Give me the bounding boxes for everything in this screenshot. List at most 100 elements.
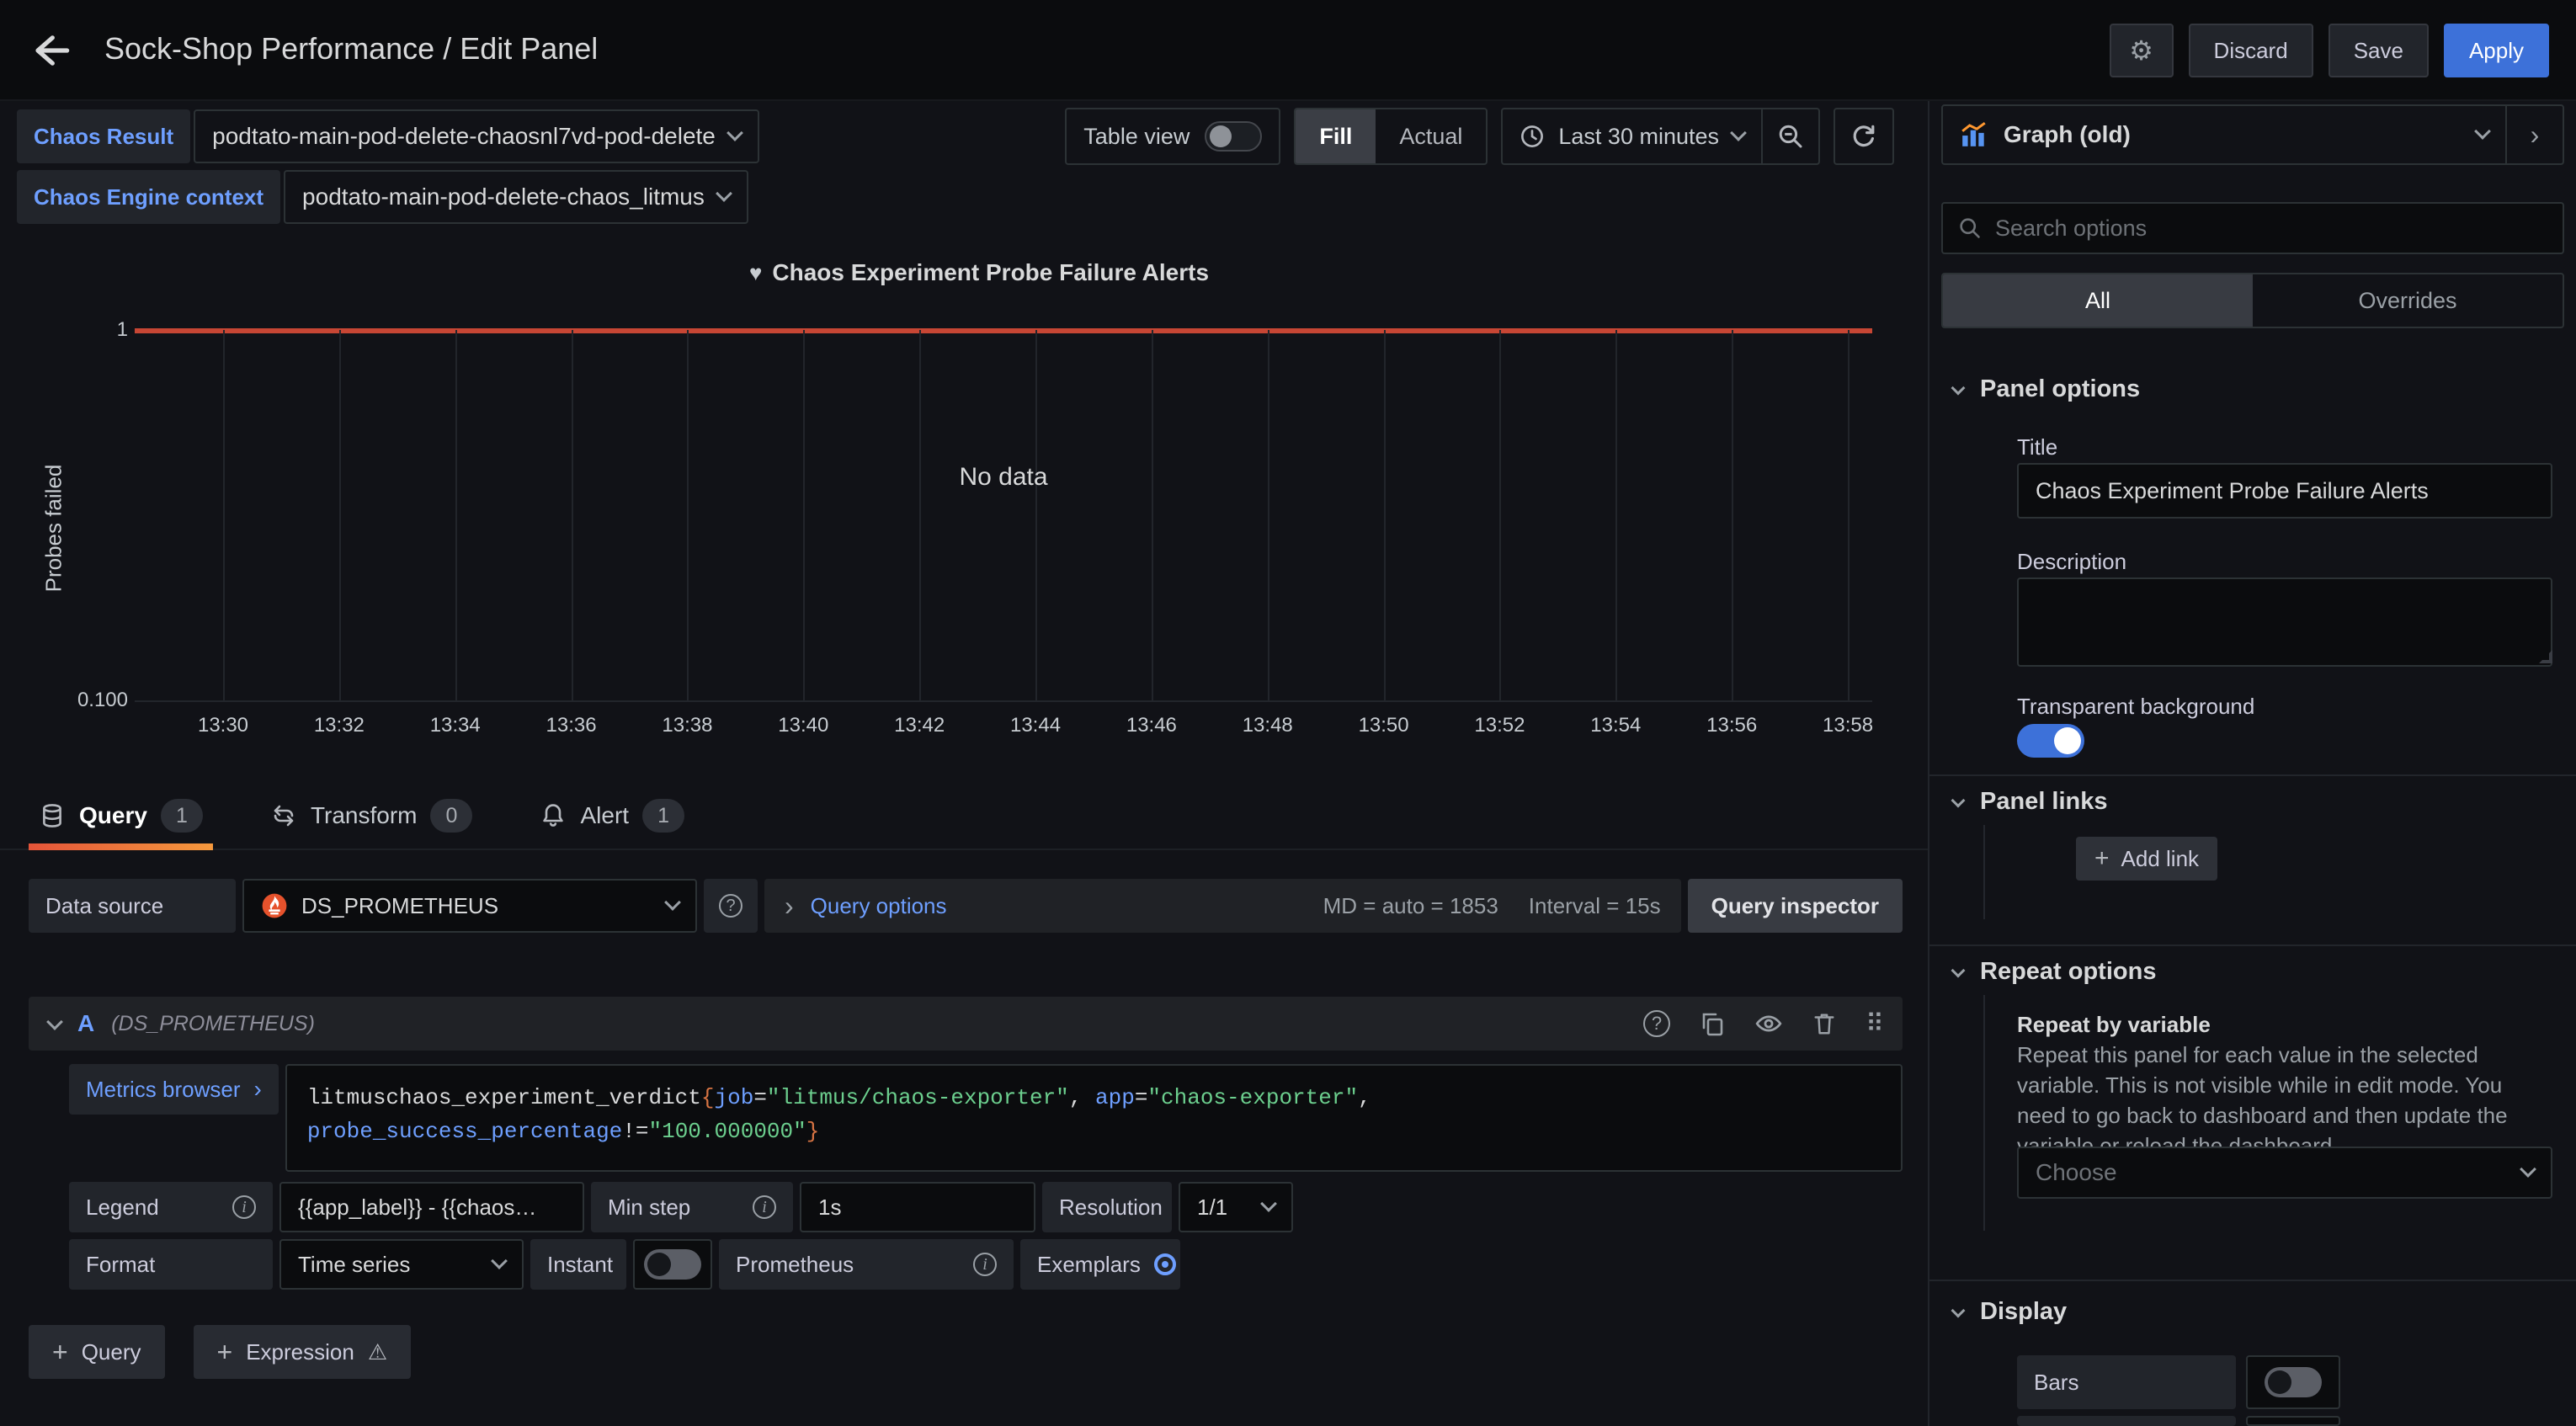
panel-options-header[interactable]: Panel options (1953, 375, 2140, 403)
datasource-picker[interactable]: DS_PROMETHEUS (242, 879, 697, 933)
panel-title-input[interactable] (2017, 463, 2552, 519)
save-button[interactable]: Save (2329, 24, 2429, 77)
resolution-dropdown[interactable]: 1/1 (1179, 1182, 1293, 1232)
tab-query[interactable]: Query 1 (29, 783, 213, 849)
max-data-points-stat: MD = auto = 1853 (1323, 893, 1498, 919)
table-view-switch[interactable] (1205, 121, 1262, 152)
time-range-label: Last 30 minutes (1558, 124, 1719, 150)
chevron-down-icon (1951, 380, 1966, 395)
time-range-picker[interactable]: Last 30 minutes (1501, 108, 1820, 165)
panel-links-header[interactable]: Panel links (1953, 788, 2108, 816)
search-options-box[interactable] (1941, 202, 2564, 254)
query-inspector-button[interactable]: Query inspector (1688, 879, 1903, 933)
query-options-link[interactable]: Query options (811, 893, 947, 919)
help-icon[interactable]: ? (1643, 1010, 1670, 1037)
clock-icon (1520, 124, 1545, 149)
metrics-browser-button[interactable]: Metrics browser › (69, 1064, 279, 1115)
plus-icon: + (217, 1337, 233, 1368)
panel-title-text: Chaos Experiment Probe Failure Alerts (772, 259, 1209, 285)
tab-all[interactable]: All (1943, 274, 2253, 327)
interval-stat: Interval = 15s (1529, 893, 1661, 919)
transparent-background-switch[interactable] (2017, 724, 2084, 758)
warning-triangle-icon: ⚠ (368, 1339, 387, 1365)
promql-editor[interactable]: litmuschaos_experiment_verdict{job="litm… (285, 1064, 1903, 1172)
format-dropdown[interactable]: Time series (279, 1239, 524, 1290)
toggle-viz-picker-button[interactable]: › (2505, 106, 2563, 163)
chevron-down-icon (2474, 123, 2491, 140)
search-options-input[interactable] (1995, 215, 2547, 242)
table-view-toggle[interactable]: Table view (1065, 108, 1280, 165)
datasource-help-button[interactable]: ? (704, 879, 758, 933)
gridline (339, 330, 341, 700)
tab-label: Alert (580, 802, 629, 829)
transparent-background-label: Transparent background (2017, 694, 2254, 720)
chevron-down-icon (1951, 1303, 1966, 1317)
gridline (1384, 330, 1386, 700)
add-expression-button[interactable]: + Expression ⚠ (194, 1325, 412, 1379)
prometheus-type-label: Prometheusi (719, 1239, 1014, 1290)
refresh-icon[interactable] (1834, 108, 1894, 165)
eye-icon[interactable] (1754, 1009, 1783, 1038)
drag-handle-icon[interactable]: ⠿ (1865, 1009, 1882, 1039)
top-bar: Sock-Shop Performance / Edit Panel ⚙ Dis… (0, 0, 2576, 101)
legend-input[interactable]: {{app_label}} - {{chaos… (279, 1182, 584, 1232)
variable-label: Chaos Result (17, 109, 190, 163)
repeat-options-header[interactable]: Repeat options (1953, 958, 2156, 986)
gridline (455, 330, 457, 700)
panel-settings-gear-icon[interactable]: ⚙ (2110, 24, 2174, 77)
repeat-description: Repeat this panel for each value in the … (2017, 1040, 2556, 1162)
panel-description-textarea[interactable] (2017, 577, 2552, 667)
bars-toggle[interactable] (2246, 1355, 2340, 1409)
zoom-out-icon[interactable] (1761, 109, 1818, 163)
min-step-input[interactable]: 1s (800, 1182, 1035, 1232)
alert-heart-icon: ♥ (749, 260, 762, 285)
duplicate-icon[interactable] (1699, 1010, 1726, 1037)
discard-button[interactable]: Discard (2189, 24, 2313, 77)
variable-chaos-engine-context: Chaos Engine context podtato-main-pod-de… (17, 170, 748, 224)
query-row-datasource: (DS_PROMETHEUS) (111, 1012, 315, 1036)
bars-switch[interactable] (2265, 1367, 2322, 1397)
fill-option[interactable]: Fill (1296, 109, 1376, 163)
info-icon: i (232, 1195, 256, 1219)
back-arrow-icon[interactable] (27, 29, 71, 72)
variable-value-text: podtato-main-pod-delete-chaos_litmus (302, 184, 705, 210)
chevron-down-icon (2520, 1161, 2536, 1178)
tab-overrides[interactable]: Overrides (2253, 274, 2563, 327)
repeat-variable-select[interactable]: Choose (2017, 1147, 2552, 1199)
x-tick-label: 13:32 (314, 714, 365, 737)
section-indent-line (1983, 995, 1985, 1231)
instant-switch[interactable] (644, 1249, 701, 1280)
variable-value-dropdown[interactable]: podtato-main-pod-delete-chaosnl7vd-pod-d… (194, 109, 759, 163)
trash-icon[interactable] (1812, 1010, 1837, 1037)
add-query-button[interactable]: + Query (29, 1325, 165, 1379)
choose-placeholder: Choose (2036, 1159, 2117, 1186)
title-field-label: Title (2017, 434, 2057, 460)
gridline (687, 330, 689, 700)
y-tick-0100: 0.100 (47, 689, 128, 712)
actual-option[interactable]: Actual (1376, 109, 1486, 163)
query-options-bar[interactable]: › Query options MD = auto = 1853 Interva… (764, 879, 1681, 933)
viz-name: Graph (old) (2004, 121, 2462, 148)
tab-alert[interactable]: Alert 1 (530, 783, 695, 849)
variable-value-dropdown[interactable]: podtato-main-pod-delete-chaos_litmus (284, 170, 748, 224)
plus-icon: + (2094, 844, 2110, 873)
chevron-down-icon (1730, 125, 1747, 141)
add-link-button[interactable]: + Add link (2076, 837, 2217, 881)
gridline (1035, 330, 1037, 700)
instant-toggle[interactable] (633, 1239, 712, 1290)
display-header[interactable]: Display (1953, 1298, 2067, 1326)
add-buttons-row: + Query + Expression ⚠ (29, 1325, 411, 1375)
variable-chaos-result: Chaos Result podtato-main-pod-delete-cha… (17, 109, 759, 163)
query-row-header[interactable]: A (DS_PROMETHEUS) ? ⠿ (29, 997, 1903, 1051)
tab-badge: 1 (161, 799, 203, 833)
visualization-picker[interactable]: Graph (old) › (1941, 104, 2564, 165)
plot-area[interactable] (135, 330, 1872, 702)
options-filter-tabs: All Overrides (1941, 273, 2564, 328)
tab-transform[interactable]: Transform 0 (260, 783, 483, 849)
x-tick-label: 13:54 (1590, 714, 1641, 737)
exemplars-toggle[interactable]: Exemplars (1020, 1239, 1180, 1290)
options-sidebar: Graph (old) › All Overrides Panel option… (1928, 101, 2576, 1426)
apply-button[interactable]: Apply (2444, 24, 2549, 77)
collapse-chevron-icon[interactable] (46, 1014, 63, 1030)
alert-threshold-line (135, 328, 1872, 333)
